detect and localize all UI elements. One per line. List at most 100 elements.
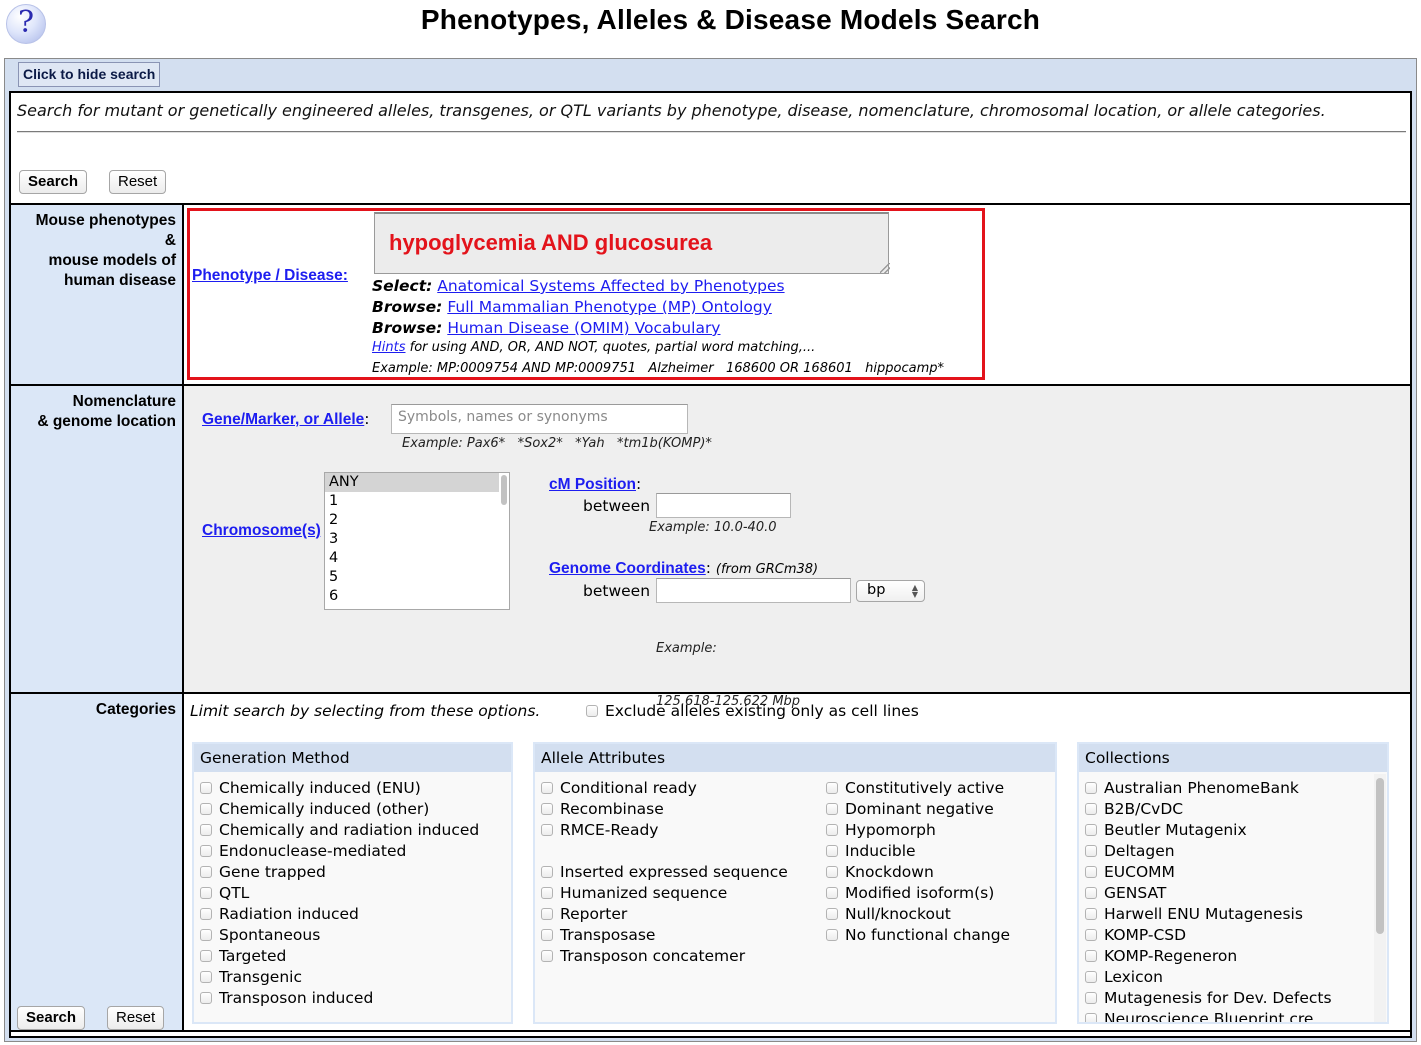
resize-grip-icon[interactable] <box>880 263 890 273</box>
generation-method-option[interactable]: Targeted <box>200 946 511 967</box>
phenotype-disease-link[interactable]: Phenotype / Disease: <box>192 267 348 285</box>
collection-option[interactable]: Lexicon <box>1085 967 1387 988</box>
collection-option[interactable]: Beutler Mutagenix <box>1085 820 1387 841</box>
allele-attribute-checkbox[interactable] <box>826 866 838 878</box>
generation-method-checkbox[interactable] <box>200 950 212 962</box>
generation-method-option[interactable]: Radiation induced <box>200 904 511 925</box>
chromosome-option[interactable]: 1 <box>325 492 499 511</box>
gene-marker-input[interactable]: Symbols, names or synonyms <box>391 404 688 434</box>
generation-method-option[interactable]: Chemically induced (other) <box>200 799 511 820</box>
phenotype-disease-input[interactable]: hypoglycemia AND glucosurea <box>374 212 889 274</box>
collection-checkbox[interactable] <box>1085 866 1097 878</box>
allele-attribute-option[interactable]: Transposon concatemer <box>541 946 788 967</box>
generation-method-checkbox[interactable] <box>200 803 212 815</box>
hide-search-button[interactable]: Click to hide search <box>18 62 161 87</box>
collection-checkbox[interactable] <box>1085 887 1097 899</box>
collection-checkbox[interactable] <box>1085 908 1097 920</box>
allele-attribute-option[interactable]: Hypomorph <box>826 820 1010 841</box>
hints-link[interactable]: Hints <box>372 340 406 355</box>
allele-attribute-option[interactable]: Inserted expressed sequence <box>541 862 788 883</box>
reset-button-top[interactable]: Reset <box>109 170 167 194</box>
generation-method-checkbox[interactable] <box>200 908 212 920</box>
mp-ontology-link[interactable]: Full Mammalian Phenotype (MP) Ontology <box>447 298 772 316</box>
collection-option[interactable]: Harwell ENU Mutagenesis <box>1085 904 1387 925</box>
collection-option[interactable]: Australian PhenomeBank <box>1085 778 1387 799</box>
generation-method-option[interactable]: Gene trapped <box>200 862 511 883</box>
allele-attribute-checkbox[interactable] <box>826 824 838 836</box>
chromosome-option[interactable]: 5 <box>325 568 499 587</box>
cm-position-link[interactable]: cM Position <box>549 476 636 493</box>
generation-method-checkbox[interactable] <box>200 929 212 941</box>
allele-attribute-checkbox[interactable] <box>826 929 838 941</box>
allele-attribute-checkbox[interactable] <box>826 845 838 857</box>
allele-attribute-option[interactable]: RMCE-Ready <box>541 820 788 841</box>
collection-option[interactable]: KOMP-CSD <box>1085 925 1387 946</box>
generation-method-checkbox[interactable] <box>200 782 212 794</box>
generation-method-option[interactable]: Chemically induced (ENU) <box>200 778 511 799</box>
exclude-cell-lines-option[interactable]: Exclude alleles existing only as cell li… <box>586 702 919 720</box>
collection-checkbox[interactable] <box>1085 992 1097 1004</box>
chromosome-option[interactable]: 4 <box>325 549 499 568</box>
collection-option[interactable]: B2B/CvDC <box>1085 799 1387 820</box>
collections-scrollbar[interactable] <box>1376 778 1384 934</box>
collection-checkbox[interactable] <box>1085 803 1097 815</box>
reset-button-bottom[interactable]: Reset <box>107 1006 165 1030</box>
exclude-cell-lines-checkbox[interactable] <box>586 705 598 717</box>
collection-checkbox[interactable] <box>1085 929 1097 941</box>
collection-option[interactable]: EUCOMM <box>1085 862 1387 883</box>
allele-attribute-option[interactable]: Conditional ready <box>541 778 788 799</box>
collection-option[interactable]: GENSAT <box>1085 883 1387 904</box>
collection-checkbox[interactable] <box>1085 824 1097 836</box>
allele-attribute-checkbox[interactable] <box>826 803 838 815</box>
allele-attribute-option[interactable]: Inducible <box>826 841 1010 862</box>
chromosome-option[interactable]: ANY <box>325 473 499 492</box>
allele-attribute-option[interactable]: Reporter <box>541 904 788 925</box>
allele-attribute-option[interactable]: Constitutively active <box>826 778 1010 799</box>
generation-method-checkbox[interactable] <box>200 866 212 878</box>
allele-attribute-checkbox[interactable] <box>541 908 553 920</box>
allele-attribute-checkbox[interactable] <box>541 929 553 941</box>
allele-attribute-checkbox[interactable] <box>541 887 553 899</box>
genome-coordinates-link[interactable]: Genome Coordinates <box>549 560 706 577</box>
allele-attribute-checkbox[interactable] <box>541 824 553 836</box>
search-button-bottom[interactable]: Search <box>17 1006 86 1030</box>
generation-method-option[interactable]: Endonuclease-mediated <box>200 841 511 862</box>
chromosome-option[interactable]: 6 <box>325 587 499 606</box>
allele-attribute-checkbox[interactable] <box>541 803 553 815</box>
collection-checkbox[interactable] <box>1085 845 1097 857</box>
chromosome-link[interactable]: Chromosome(s) <box>202 522 321 540</box>
collection-checkbox[interactable] <box>1085 971 1097 983</box>
allele-attribute-option[interactable]: Recombinase <box>541 799 788 820</box>
allele-attribute-checkbox[interactable] <box>826 887 838 899</box>
collection-checkbox[interactable] <box>1085 950 1097 962</box>
genome-coordinates-input[interactable] <box>656 578 851 603</box>
collection-checkbox[interactable] <box>1085 1013 1097 1022</box>
omim-vocabulary-link[interactable]: Human Disease (OMIM) Vocabulary <box>447 319 720 337</box>
collection-option[interactable]: KOMP-Regeneron <box>1085 946 1387 967</box>
unit-select[interactable]: bp ▲ ▼ <box>856 580 925 602</box>
allele-attribute-option[interactable]: Knockdown <box>826 862 1010 883</box>
collection-option[interactable]: Neuroscience Blueprint cre <box>1085 1009 1387 1022</box>
chromosome-option[interactable]: 3 <box>325 530 499 549</box>
generation-method-option[interactable]: QTL <box>200 883 511 904</box>
collection-checkbox[interactable] <box>1085 782 1097 794</box>
gene-marker-link[interactable]: Gene/Marker, or Allele <box>202 411 364 428</box>
cm-position-input[interactable] <box>656 493 791 518</box>
generation-method-checkbox[interactable] <box>200 824 212 836</box>
allele-attribute-option[interactable]: Null/knockout <box>826 904 1010 925</box>
allele-attribute-option[interactable]: Humanized sequence <box>541 883 788 904</box>
allele-attribute-checkbox[interactable] <box>826 908 838 920</box>
allele-attribute-option[interactable]: No functional change <box>826 925 1010 946</box>
collection-option[interactable]: Mutagenesis for Dev. Defects <box>1085 988 1387 1009</box>
allele-attribute-checkbox[interactable] <box>541 866 553 878</box>
generation-method-option[interactable]: Spontaneous <box>200 925 511 946</box>
allele-attribute-option[interactable]: Modified isoform(s) <box>826 883 1010 904</box>
generation-method-checkbox[interactable] <box>200 992 212 1004</box>
collection-option[interactable]: Deltagen <box>1085 841 1387 862</box>
allele-attribute-checkbox[interactable] <box>541 782 553 794</box>
generation-method-checkbox[interactable] <box>200 845 212 857</box>
allele-attribute-option[interactable]: Transposase <box>541 925 788 946</box>
anatomical-systems-link[interactable]: Anatomical Systems Affected by Phenotype… <box>437 277 784 295</box>
generation-method-option[interactable]: Transposon induced <box>200 988 511 1009</box>
generation-method-option[interactable]: Transgenic <box>200 967 511 988</box>
